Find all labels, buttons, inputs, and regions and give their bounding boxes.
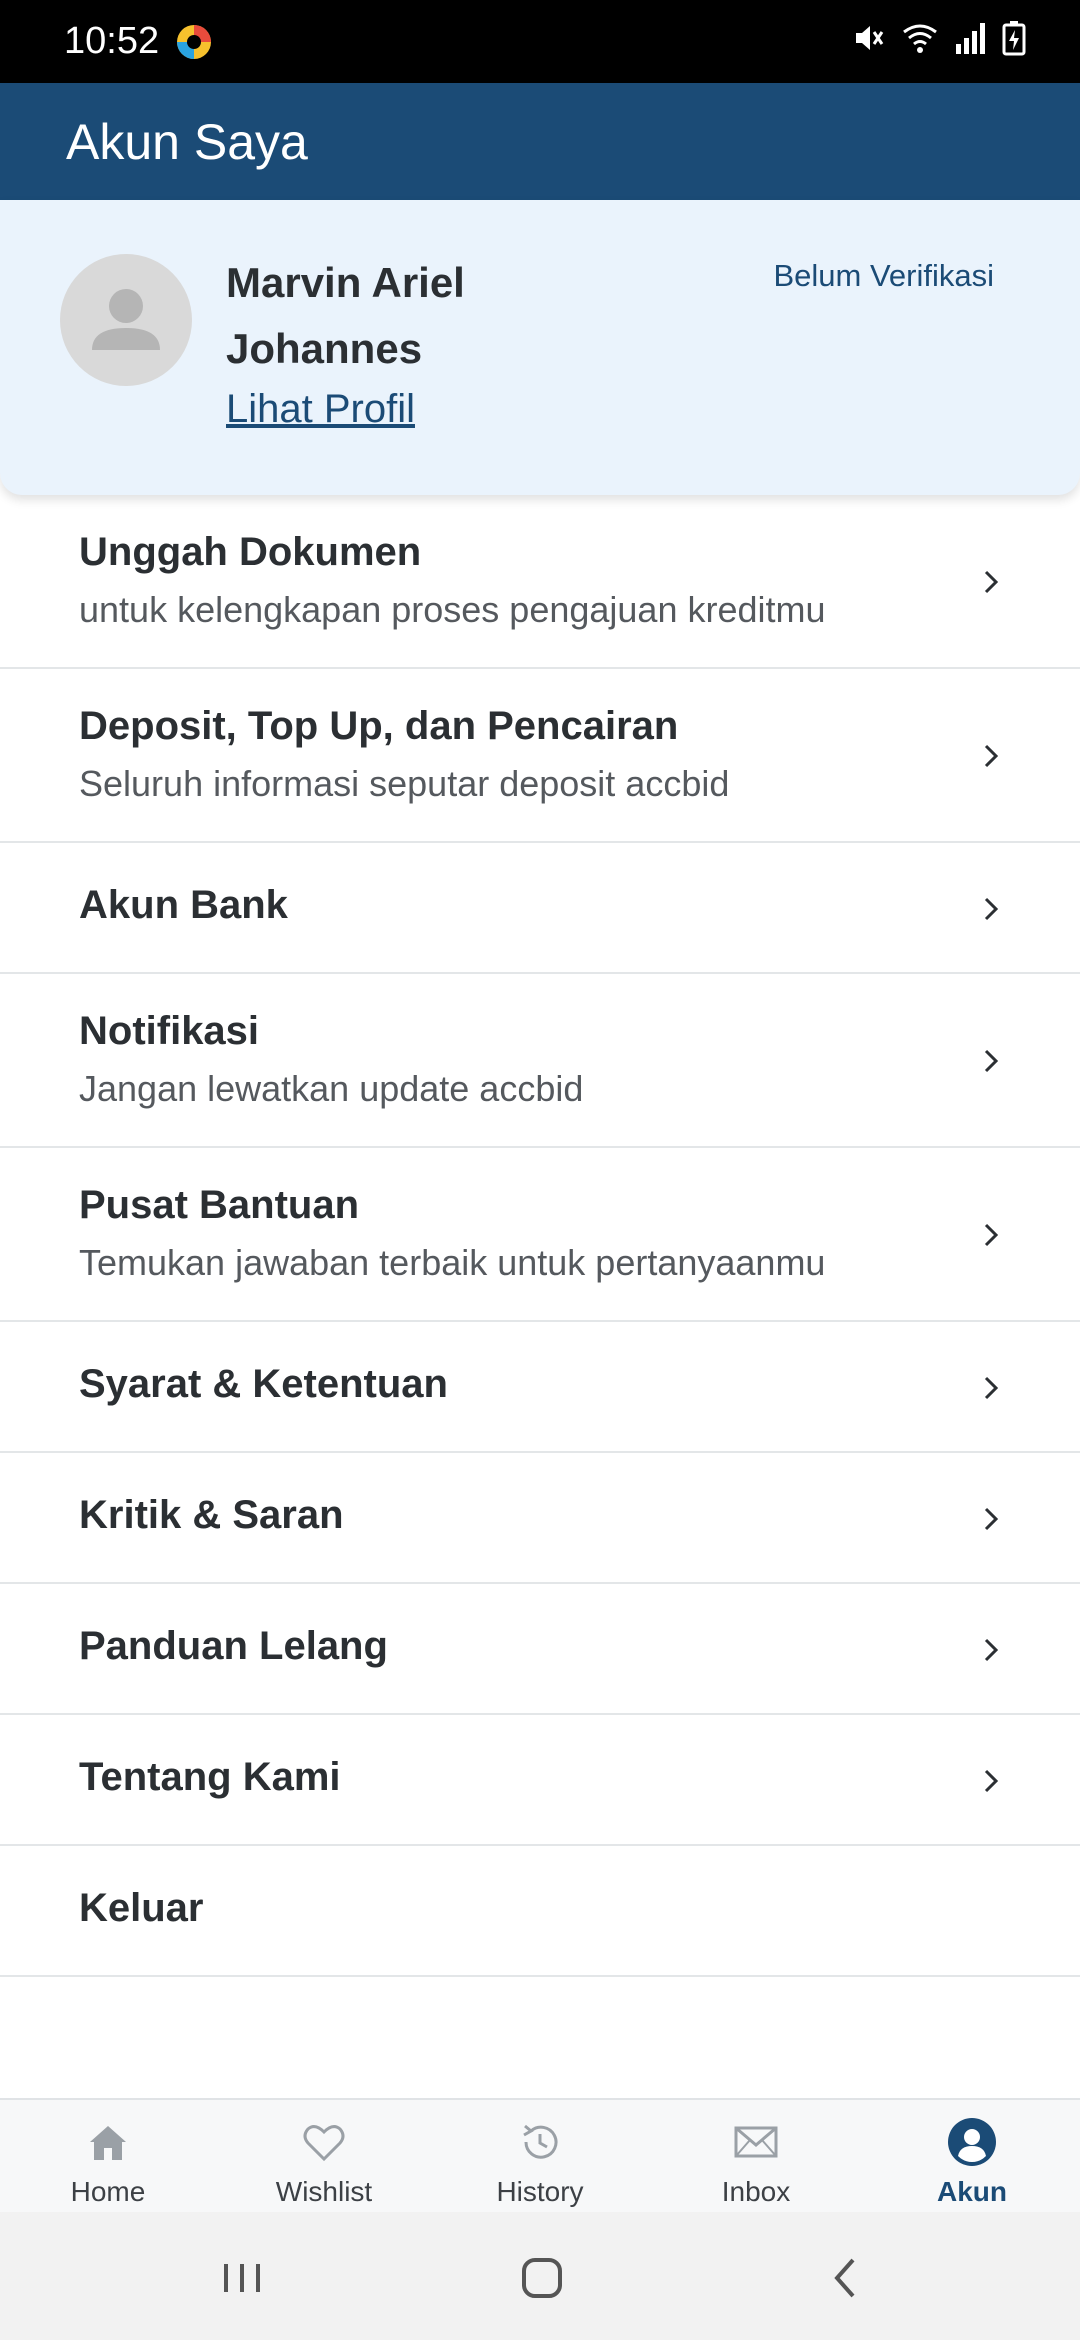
nav-label: History [496,2176,584,2207]
menu-item-terms[interactable]: Syarat & Ketentuan [0,1322,1080,1453]
nav-wishlist[interactable]: Wishlist [216,2100,432,2214]
menu-item-subtitle: Seluruh informasi seputar deposit accbid [79,763,730,804]
menu-item-deposit[interactable]: Deposit, Top Up, dan Pencairan Seluruh i… [0,669,1080,843]
person-placeholder-icon [92,289,160,350]
menu-item-bank-account[interactable]: Akun Bank [0,843,1080,974]
wifi-icon [903,24,937,53]
view-profile-link[interactable]: Lihat Profil [226,387,415,432]
avatar[interactable] [60,254,192,386]
menu-item-upload-documents[interactable]: Unggah Dokumen untuk kelengkapan proses … [0,495,1080,669]
nav-inbox[interactable]: Inbox [648,2100,864,2214]
menu-item-feedback[interactable]: Kritik & Saran [0,1453,1080,1584]
mail-icon [734,2126,778,2158]
menu-item-subtitle: Jangan lewatkan update accbid [79,1068,584,1109]
menu-item-subtitle: Temukan jawaban terbaik untuk pertanyaan… [79,1242,826,1283]
app-bar: Akun Saya [0,83,1080,200]
nav-account[interactable]: Akun [864,2100,1080,2214]
menu-item-logout[interactable]: Keluar [0,1846,1080,1977]
history-icon [523,2124,558,2159]
status-bar: 10:52 [0,0,1080,83]
chevron-right-icon [984,744,999,768]
page-title: Akun Saya [66,113,308,170]
menu-item-title: Tentang Kami [79,1755,341,1799]
menu-item-title: Akun Bank [79,883,288,927]
chevron-right-icon [984,1507,999,1531]
menu-item-title: Pusat Bantuan [79,1183,360,1227]
account-menu: Unggah Dokumen untuk kelengkapan proses … [0,495,1080,1977]
status-time: 10:52 [64,20,160,62]
chevron-right-icon [984,1223,999,1247]
menu-item-title: Panduan Lelang [79,1624,388,1668]
chevron-right-icon [984,1638,999,1662]
chevron-right-icon [984,570,999,594]
nav-label: Home [70,2176,146,2207]
menu-item-title: Syarat & Ketentuan [79,1362,448,1406]
menu-item-about-us[interactable]: Tentang Kami [0,1715,1080,1846]
home-icon [90,2126,126,2160]
chevron-right-icon [984,1376,999,1400]
profile-card: Marvin Ariel Johannes Lihat Profil Belum… [0,200,1080,495]
system-nav-bar [0,2212,1080,2340]
heart-icon [303,2125,345,2162]
menu-item-title: Deposit, Top Up, dan Pencairan [79,704,679,748]
nav-label: Wishlist [275,2176,373,2207]
nav-label: Akun [937,2176,1007,2207]
menu-item-notifications[interactable]: Notifikasi Jangan lewatkan update accbid [0,974,1080,1148]
status-icons [850,20,1026,56]
home-button-icon[interactable] [512,2248,572,2308]
nav-home[interactable]: Home [0,2100,216,2214]
app-indicator-icon [177,24,212,59]
chevron-right-icon [984,897,999,921]
account-icon [948,2118,996,2166]
menu-item-auction-guide[interactable]: Panduan Lelang [0,1584,1080,1715]
menu-item-subtitle: untuk kelengkapan proses pengajuan kredi… [79,589,826,630]
back-icon[interactable] [815,2248,875,2308]
menu-item-title: Notifikasi [79,1009,260,1053]
recent-apps-icon[interactable] [212,2248,272,2308]
nav-history[interactable]: History [432,2100,648,2214]
menu-item-title: Kritik & Saran [79,1493,344,1537]
menu-item-title: Keluar [79,1886,204,1930]
nav-label: Inbox [721,2176,791,2207]
menu-item-title: Unggah Dokumen [79,530,422,574]
verification-status[interactable]: Belum Verifikasi [773,258,994,294]
battery-icon [1002,21,1026,56]
menu-item-help-center[interactable]: Pusat Bantuan Temukan jawaban terbaik un… [0,1148,1080,1322]
chevron-right-icon [984,1049,999,1073]
chevron-right-icon [984,1769,999,1793]
profile-name: Marvin Ariel Johannes [226,259,465,372]
bottom-nav: Home Wishlist History Inbox Akun [0,2098,1080,2214]
signal-icon [956,23,985,54]
mute-icon [856,26,884,50]
